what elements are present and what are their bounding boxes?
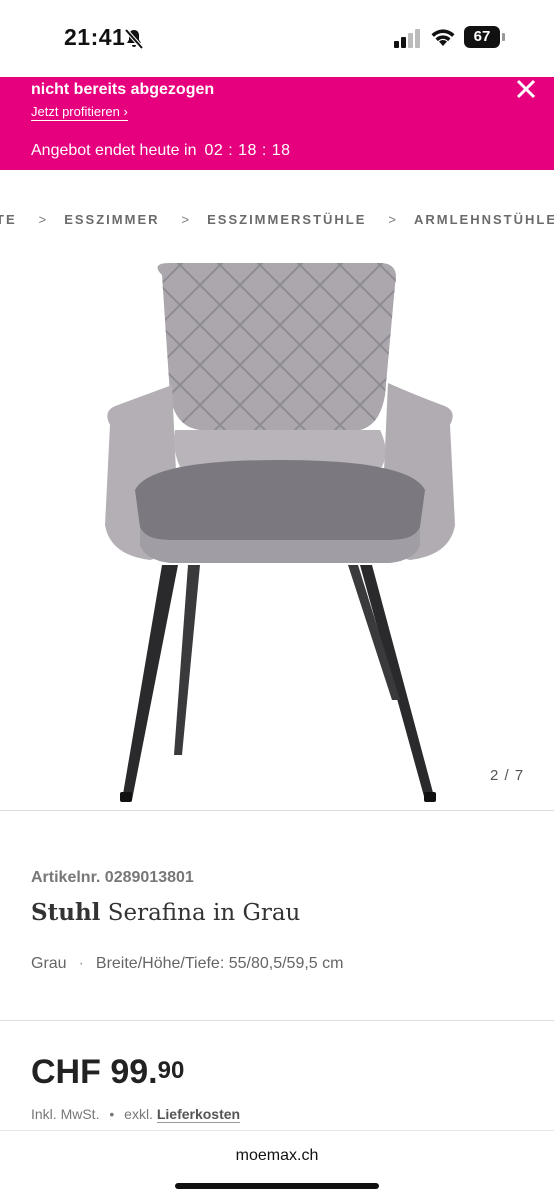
product-name: Serafina in Grau [107, 900, 301, 926]
silent-bell-icon [124, 28, 144, 50]
url-text[interactable]: moemax.ch [0, 1147, 554, 1165]
price-cents: 90 [157, 1057, 185, 1084]
breadcrumb-item-esszimmer[interactable]: ESSZIMMER [64, 212, 159, 227]
price-main: CHF 99. [31, 1053, 158, 1091]
battery-level: 67 [464, 26, 500, 48]
product-brand: Stuhl [31, 899, 101, 926]
promo-offer: Angebot endet heute in 02 : 18 : 18 [31, 142, 291, 160]
product-dimensions: Breite/Höhe/Tiefe: 55/80,5/59,5 cm [95, 955, 344, 972]
tax-note: Inkl. MwSt. • exkl. Lieferkosten [31, 1106, 241, 1123]
promo-link[interactable]: Jetzt profitieren › [31, 104, 128, 121]
battery-icon: 67 [464, 26, 506, 48]
tax-separator: • [109, 1106, 115, 1122]
status-bar: 21:41 67 [0, 0, 554, 76]
promo-title: nicht bereits abgezogen [31, 81, 215, 98]
chair-legs [120, 565, 436, 802]
home-indicator[interactable] [175, 1183, 379, 1189]
article-number: Artikelnr. 0289013801 [31, 869, 194, 886]
chevron-right-icon: > [181, 212, 192, 227]
breadcrumb-item-armlehnstuehle[interactable]: ARMLEHNSTÜHLE [414, 212, 554, 227]
product-meta: Grau · Breite/Höhe/Tiefe: 55/80,5/59,5 cm [31, 955, 343, 973]
divider [0, 1020, 554, 1021]
product-color: Grau [31, 955, 67, 972]
tax-included: Inkl. MwSt. [31, 1106, 100, 1122]
product-image-chair[interactable] [90, 255, 470, 810]
gallery-counter: 2 / 7 [490, 767, 525, 784]
product-price: CHF 99.90 [31, 1053, 184, 1092]
breadcrumb-item-esszimmerstuehle[interactable]: ESSZIMMERSTÜHLE [207, 212, 366, 227]
cellular-signal-icon [394, 29, 420, 48]
breadcrumb: TE > ESSZIMMER > ESSZIMMERSTÜHLE > ARMLEHNSTÜH… [0, 212, 554, 230]
promo-banner: nicht bereits abgezogen Jetzt profitiere… [0, 77, 554, 170]
product-title: Stuhl Serafina in Grau [31, 899, 300, 926]
divider [0, 810, 554, 811]
wifi-icon [431, 29, 455, 46]
close-icon[interactable] [514, 77, 538, 101]
promo-offer-label: Angebot endet heute in [31, 142, 197, 159]
breadcrumb-item[interactable]: TE [0, 212, 17, 227]
browser-url-bar: moemax.ch [0, 1130, 554, 1201]
delivery-prefix: exkl. [124, 1106, 153, 1122]
meta-separator: · [78, 955, 84, 972]
chevron-right-icon: > [388, 212, 398, 227]
chevron-right-icon: > [38, 212, 49, 227]
status-time: 21:41 [64, 24, 126, 50]
promo-countdown: 02 : 18 : 18 [204, 142, 291, 159]
delivery-costs-link[interactable]: Lieferkosten [156, 1106, 241, 1123]
